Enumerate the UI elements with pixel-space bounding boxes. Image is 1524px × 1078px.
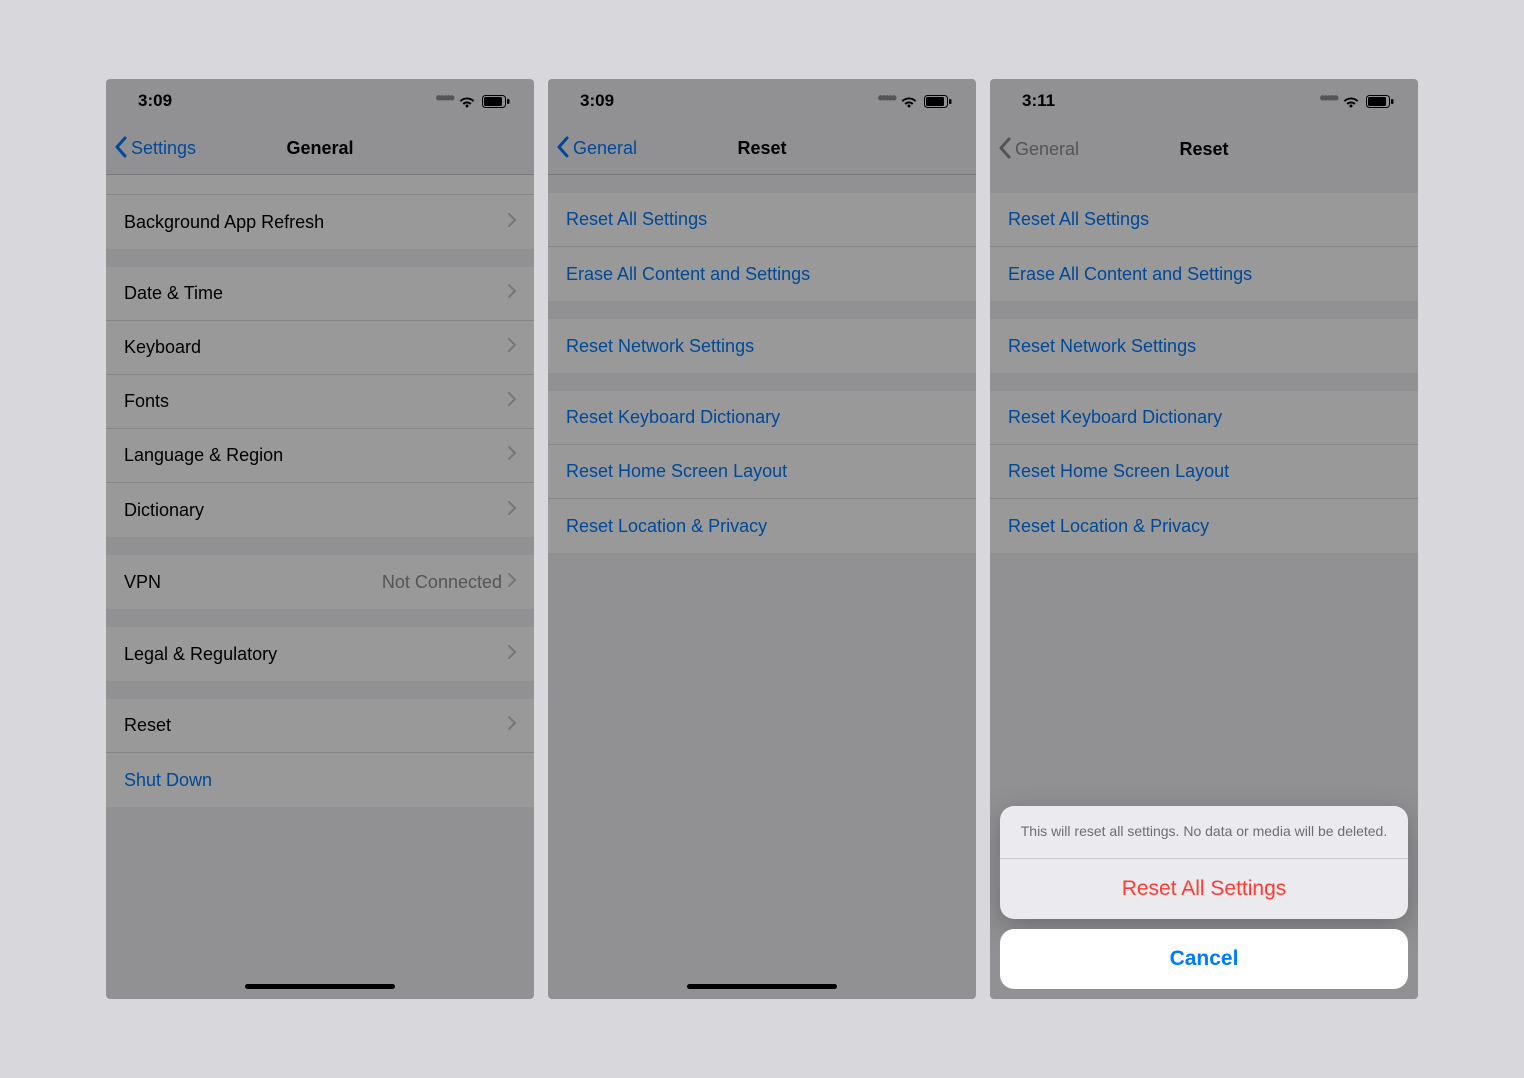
row-date-time[interactable]: Date & Time	[106, 267, 534, 321]
screen-reset-confirm: 3:11 ••••• General Reset Reset All Setti…	[990, 79, 1418, 999]
back-button[interactable]: Settings	[106, 135, 196, 162]
chevron-left-icon	[998, 137, 1011, 164]
reset-list: Reset All Settings Erase All Content and…	[548, 193, 976, 553]
home-indicator[interactable]	[245, 984, 395, 989]
row-iphone-storage[interactable]: iPhone Storage	[106, 175, 534, 195]
confirm-reset-button[interactable]: Reset All Settings	[1000, 859, 1408, 919]
row-label: Reset Home Screen Layout	[566, 461, 958, 482]
row-label: Reset Network Settings	[566, 336, 958, 357]
chevron-right-icon	[508, 213, 516, 232]
status-bar: 3:09 •••••	[548, 79, 976, 123]
row-language-region[interactable]: Language & Region	[106, 429, 534, 483]
chevron-right-icon	[508, 716, 516, 735]
back-button: General	[990, 136, 1079, 163]
row-label: Shut Down	[124, 770, 516, 791]
battery-icon	[1366, 95, 1394, 108]
row-label: Reset Keyboard Dictionary	[566, 407, 958, 428]
row-background-refresh[interactable]: Background App Refresh	[106, 195, 534, 249]
cellular-dots-icon: •••••	[435, 88, 452, 109]
row-legal[interactable]: Legal & Regulatory	[106, 627, 534, 681]
settings-list: iPhone Storage Background App Refresh Da…	[106, 175, 534, 807]
cellular-dots-icon: •••••	[877, 88, 894, 109]
row-erase-all: Erase All Content and Settings	[990, 247, 1418, 301]
row-label: VPN	[124, 572, 382, 593]
chevron-right-icon	[508, 645, 516, 664]
status-time: 3:09	[138, 91, 172, 111]
wifi-icon	[458, 95, 476, 108]
home-indicator[interactable]	[687, 984, 837, 989]
chevron-right-icon	[508, 573, 516, 592]
nav-bar: General Reset	[990, 123, 1418, 175]
row-keyboard[interactable]: Keyboard	[106, 321, 534, 375]
row-label: Dictionary	[124, 500, 508, 521]
nav-bar: General Reset	[548, 123, 976, 175]
screen-reset: 3:09 ••••• General Reset Reset All Setti…	[548, 79, 976, 999]
row-reset[interactable]: Reset	[106, 699, 534, 753]
row-label: Fonts	[124, 391, 508, 412]
row-label: Reset Keyboard Dictionary	[1008, 407, 1400, 428]
status-bar: 3:11 •••••	[990, 79, 1418, 123]
chevron-left-icon	[114, 136, 127, 163]
row-reset-location: Reset Location & Privacy	[990, 499, 1418, 553]
status-bar: 3:09 •••••	[106, 79, 534, 123]
battery-icon	[482, 95, 510, 108]
wifi-icon	[1342, 95, 1360, 108]
chevron-right-icon	[508, 501, 516, 520]
nav-bar: Settings General	[106, 123, 534, 175]
row-reset-all-settings[interactable]: Reset All Settings	[548, 193, 976, 247]
action-sheet: This will reset all settings. No data or…	[990, 796, 1418, 999]
row-label: Reset	[124, 715, 508, 736]
row-shut-down[interactable]: Shut Down	[106, 753, 534, 807]
row-label: Date & Time	[124, 283, 508, 304]
row-label: Reset All Settings	[1008, 209, 1400, 230]
battery-icon	[924, 95, 952, 108]
row-reset-keyboard[interactable]: Reset Keyboard Dictionary	[548, 391, 976, 445]
chevron-right-icon	[508, 446, 516, 465]
screen-general: 3:09 ••••• Settings General iPhone Stora…	[106, 79, 534, 999]
row-reset-network[interactable]: Reset Network Settings	[548, 319, 976, 373]
row-label: Background App Refresh	[124, 212, 508, 233]
reset-list: Reset All Settings Erase All Content and…	[990, 193, 1418, 553]
row-label: Language & Region	[124, 445, 508, 466]
row-reset-all-settings: Reset All Settings	[990, 193, 1418, 247]
row-label: Reset Location & Privacy	[1008, 516, 1400, 537]
row-label: Keyboard	[124, 337, 508, 358]
row-dictionary[interactable]: Dictionary	[106, 483, 534, 537]
row-erase-all[interactable]: Erase All Content and Settings	[548, 247, 976, 301]
cancel-button[interactable]: Cancel	[1000, 929, 1408, 989]
row-reset-location[interactable]: Reset Location & Privacy	[548, 499, 976, 553]
back-label: General	[1015, 139, 1079, 160]
row-reset-keyboard: Reset Keyboard Dictionary	[990, 391, 1418, 445]
row-reset-home: Reset Home Screen Layout	[990, 445, 1418, 499]
row-label: Erase All Content and Settings	[1008, 264, 1400, 285]
status-time: 3:09	[580, 91, 614, 111]
row-vpn[interactable]: VPN Not Connected	[106, 555, 534, 609]
row-label: Legal & Regulatory	[124, 644, 508, 665]
chevron-right-icon	[508, 284, 516, 303]
row-label: Reset All Settings	[566, 209, 958, 230]
wifi-icon	[900, 95, 918, 108]
row-value: Not Connected	[382, 572, 508, 593]
cellular-dots-icon: •••••	[1319, 88, 1336, 109]
row-reset-network: Reset Network Settings	[990, 319, 1418, 373]
row-label: Erase All Content and Settings	[566, 264, 958, 285]
back-label: General	[573, 138, 637, 159]
row-label: Reset Location & Privacy	[566, 516, 958, 537]
back-button[interactable]: General	[548, 135, 637, 162]
row-label: Reset Network Settings	[1008, 336, 1400, 357]
row-fonts[interactable]: Fonts	[106, 375, 534, 429]
row-reset-home[interactable]: Reset Home Screen Layout	[548, 445, 976, 499]
chevron-right-icon	[508, 392, 516, 411]
row-label: Reset Home Screen Layout	[1008, 461, 1400, 482]
back-label: Settings	[131, 138, 196, 159]
action-sheet-card: This will reset all settings. No data or…	[1000, 806, 1408, 919]
chevron-right-icon	[508, 338, 516, 357]
status-time: 3:11	[1022, 91, 1055, 111]
action-sheet-message: This will reset all settings. No data or…	[1000, 806, 1408, 859]
chevron-left-icon	[556, 136, 569, 163]
